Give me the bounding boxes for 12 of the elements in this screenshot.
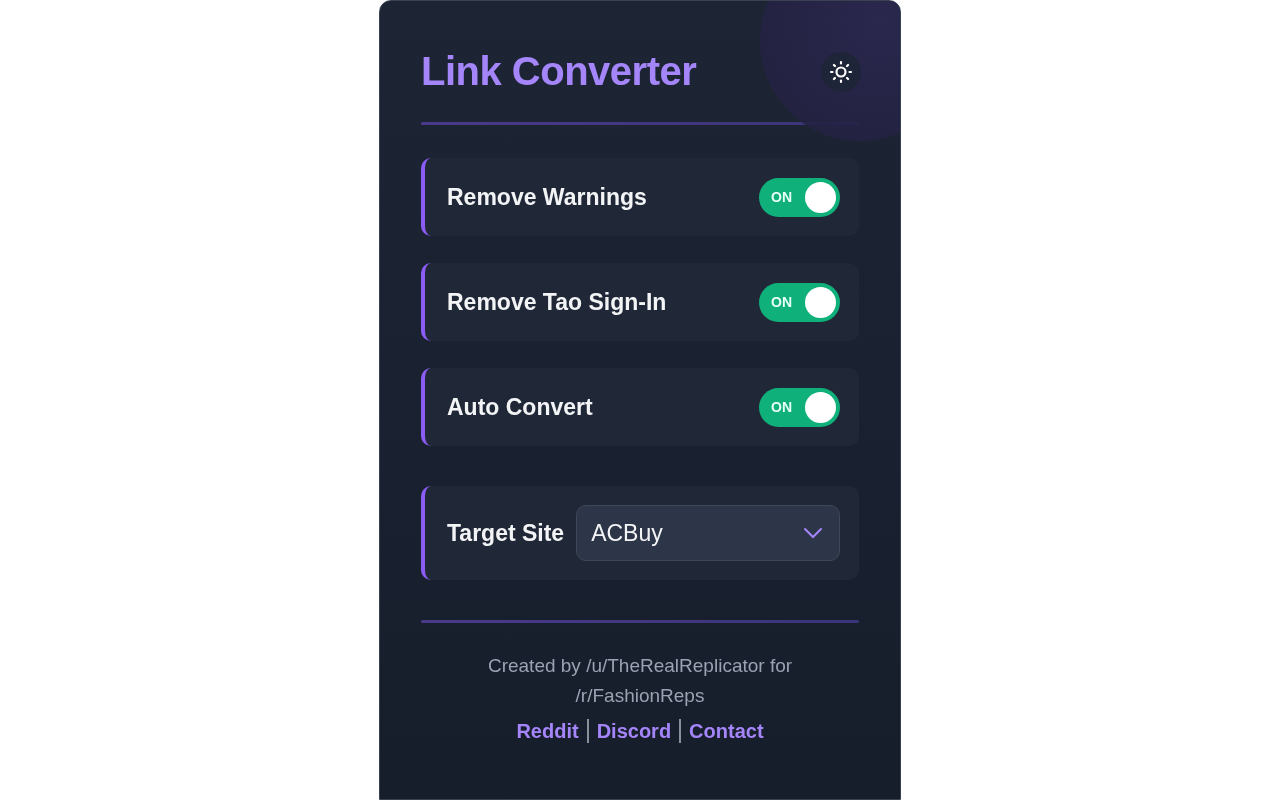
app-title: Link Converter <box>421 49 697 94</box>
setting-label: Remove Tao Sign-In <box>447 288 667 316</box>
setting-label: Remove Warnings <box>447 183 647 211</box>
sun-icon <box>829 59 853 84</box>
setting-label: Auto Convert <box>447 393 593 421</box>
footer-link[interactable]: Discord <box>596 719 672 743</box>
footer-link[interactable]: Reddit <box>516 719 579 743</box>
credit-text: Created by /u/TheRealReplicator for /r/FashionReps <box>486 654 794 708</box>
target-site-label: Target Site <box>447 519 565 547</box>
chevron-down-icon <box>803 527 823 539</box>
site-dropdown[interactable]: ACBuy <box>576 505 840 561</box>
footer-link[interactable]: Contact <box>689 719 764 743</box>
